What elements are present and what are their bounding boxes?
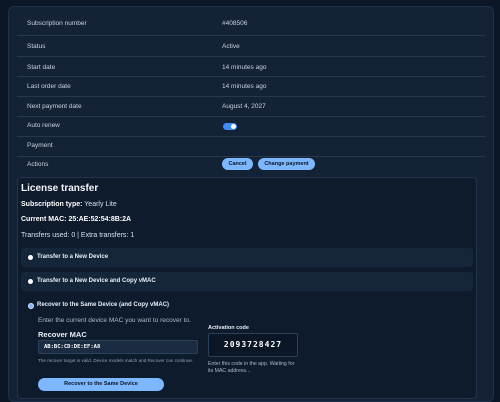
mac-help-text: The recover target is valid. Device mode… [38, 358, 194, 363]
radio-button-selected[interactable] [28, 303, 34, 309]
radio-button[interactable] [28, 255, 33, 260]
activation-code-box: 2093728427 [208, 333, 298, 357]
option-label: Recover to the Same Device (and Copy vMA… [37, 302, 170, 308]
detail-label: Actions [27, 161, 49, 168]
recover-mac-input[interactable] [38, 340, 198, 354]
auto-renew-toggle[interactable] [223, 123, 237, 130]
detail-label: Auto renew [27, 122, 60, 129]
cancel-button[interactable]: Cancel [222, 158, 253, 170]
detail-row-last-order-date: Last order date 14 minutes ago [17, 76, 485, 97]
license-transfer-section: License transfer Subscription type: Year… [17, 177, 477, 399]
recover-same-device-button[interactable]: Recover to the Same Device [38, 378, 164, 391]
change-payment-button[interactable]: Change payment [258, 158, 315, 170]
detail-value: Active [222, 43, 240, 50]
detail-row-start-date: Start date 14 minutes ago [17, 56, 485, 77]
option-label: Transfer to a New Device and Copy vMAC [37, 278, 156, 284]
activation-code-label: Activation code [208, 325, 249, 331]
detail-label: Payment [27, 142, 53, 149]
detail-label: Start date [27, 64, 56, 71]
detail-value: 14 minutes ago [222, 64, 267, 71]
detail-value: #408506 [222, 20, 248, 27]
subscription-type-value: Yearly Lite [84, 201, 117, 208]
detail-value: 14 minutes ago [222, 83, 267, 90]
detail-row-auto-renew: Auto renew [17, 116, 485, 137]
license-transfer-title: License transfer [21, 183, 99, 194]
activation-help-text: Enter this code in the app. Waiting for … [208, 361, 295, 374]
detail-row-payment: Payment [17, 136, 485, 157]
current-mac-value: 25:AE:52:54:8B:2A [68, 216, 132, 223]
detail-label: Next payment date [27, 103, 82, 110]
toggle-knob [231, 124, 236, 129]
detail-label: Status [27, 43, 46, 50]
radio-button[interactable] [28, 279, 33, 284]
option-transfer-new-device[interactable]: Transfer to a New Device [21, 248, 473, 267]
option-transfer-new-device-copy-vmac[interactable]: Transfer to a New Device and Copy vMAC [21, 272, 473, 291]
recover-mac-label: Recover MAC [38, 330, 87, 339]
detail-row-status: Status Active [17, 35, 485, 57]
subscription-panel: Subscription number #408506 Status Activ… [8, 6, 494, 402]
subscription-type-line: Subscription type: Yearly Lite [21, 201, 117, 208]
detail-row-actions: Actions Cancel Change payment [17, 156, 485, 176]
detail-value: August 4, 2027 [222, 103, 266, 110]
detail-row-next-payment-date: Next payment date August 4, 2027 [17, 96, 485, 117]
option-label: Transfer to a New Device [37, 254, 109, 260]
current-mac-label: Current MAC: [21, 216, 67, 223]
detail-label: Subscription number [27, 20, 87, 27]
detail-row-subscription-number: Subscription number #408506 [17, 11, 485, 36]
transfers-used-text: Transfers used: 0 | Extra transfers: 1 [21, 232, 135, 239]
subscription-type-label: Subscription type: [21, 201, 83, 208]
recover-instruction: Enter the current device MAC you want to… [38, 317, 191, 324]
detail-label: Last order date [27, 83, 71, 90]
current-mac-line: Current MAC: 25:AE:52:54:8B:2A [21, 216, 131, 223]
